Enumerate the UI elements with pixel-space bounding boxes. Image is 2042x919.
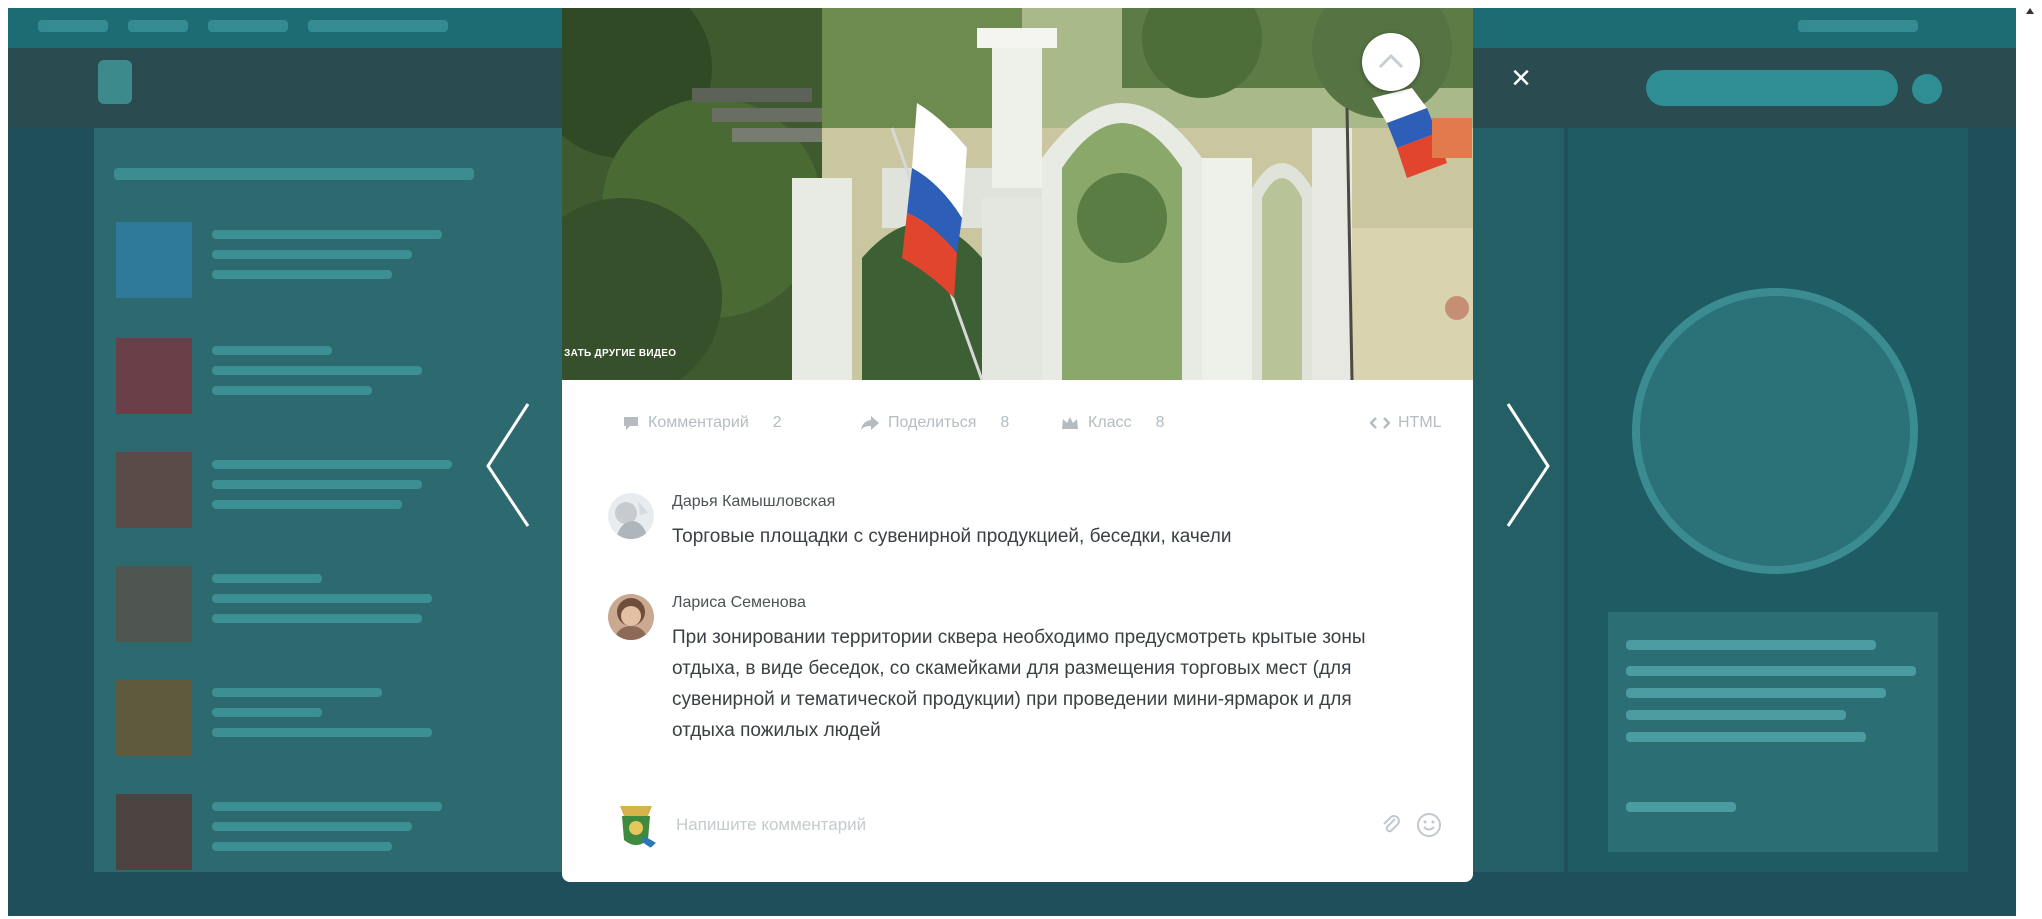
background-right-panel bbox=[1568, 128, 1968, 872]
video-player[interactable]: ЗАТЬ ДРУГИЕ ВИДЕО bbox=[562, 8, 1473, 380]
video-actions-bar: Комментарий 2 Поделиться 8 Класс 8 HTML bbox=[622, 414, 1442, 444]
chevron-up-icon bbox=[1378, 53, 1404, 69]
chevron-left-icon bbox=[486, 403, 530, 527]
video-caption[interactable]: ЗАТЬ ДРУГИЕ ВИДЕО bbox=[564, 348, 676, 359]
comment-bubble-icon bbox=[624, 417, 638, 430]
previous-video-button[interactable] bbox=[480, 400, 536, 530]
current-user-avatar bbox=[610, 800, 662, 852]
comment-author[interactable]: Лариса Семенова bbox=[672, 594, 806, 612]
page-scrollbar[interactable] bbox=[2026, 8, 2038, 908]
share-count: 8 bbox=[1000, 414, 1010, 431]
close-icon: × bbox=[1511, 59, 1531, 97]
comment-input[interactable] bbox=[676, 808, 1236, 842]
comment-action-label: Комментарий bbox=[648, 414, 749, 431]
scroll-up-button[interactable] bbox=[1362, 33, 1420, 91]
scroll-up-arrow-icon[interactable] bbox=[2026, 8, 2034, 14]
crown-icon bbox=[1062, 417, 1078, 429]
current-user-avatar-image bbox=[610, 800, 662, 852]
emoji-button[interactable] bbox=[1416, 812, 1442, 838]
screen: × ЗАТЬ ДРУГИЕ ВИДЕО Комментарий 2 Подели… bbox=[0, 0, 2042, 919]
embed-action-button[interactable]: HTML bbox=[1370, 414, 1442, 432]
share-action-button[interactable]: Поделиться 8 bbox=[860, 414, 1009, 432]
share-action-label: Поделиться bbox=[888, 414, 977, 431]
video-frame bbox=[562, 8, 1473, 380]
background-logo bbox=[98, 60, 132, 104]
background-search-field bbox=[1646, 70, 1898, 106]
class-count: 8 bbox=[1155, 414, 1165, 431]
avatar-image bbox=[608, 594, 654, 640]
next-video-button[interactable] bbox=[1500, 400, 1556, 530]
comment-action-button[interactable]: Комментарий 2 bbox=[622, 414, 782, 432]
comment-count: 2 bbox=[772, 414, 782, 431]
background-user-icon bbox=[1912, 74, 1942, 104]
chevron-right-icon bbox=[1506, 403, 1550, 527]
embed-action-label: HTML bbox=[1398, 414, 1442, 431]
avatar-image bbox=[608, 493, 654, 539]
paperclip-icon bbox=[1383, 815, 1400, 833]
class-action-label: Класс bbox=[1088, 414, 1132, 431]
comment-input-row bbox=[610, 800, 1441, 856]
avatar[interactable] bbox=[608, 594, 654, 640]
share-arrow-icon bbox=[861, 416, 879, 430]
comment-author[interactable]: Дарья Камышловская bbox=[672, 493, 835, 511]
comment-text: При зонировании территории сквера необхо… bbox=[672, 627, 1366, 741]
class-action-button[interactable]: Класс 8 bbox=[1060, 414, 1164, 432]
comment-text: Торговые площадки с сувенирной продукцие… bbox=[672, 526, 1232, 547]
close-button[interactable]: × bbox=[1505, 59, 1537, 97]
video-modal: ЗАТЬ ДРУГИЕ ВИДЕО Комментарий 2 Поделить… bbox=[562, 8, 1473, 882]
attach-button[interactable] bbox=[1378, 812, 1404, 838]
smiley-icon bbox=[1417, 813, 1441, 837]
embed-code-icon bbox=[1370, 417, 1390, 429]
avatar[interactable] bbox=[608, 493, 654, 539]
